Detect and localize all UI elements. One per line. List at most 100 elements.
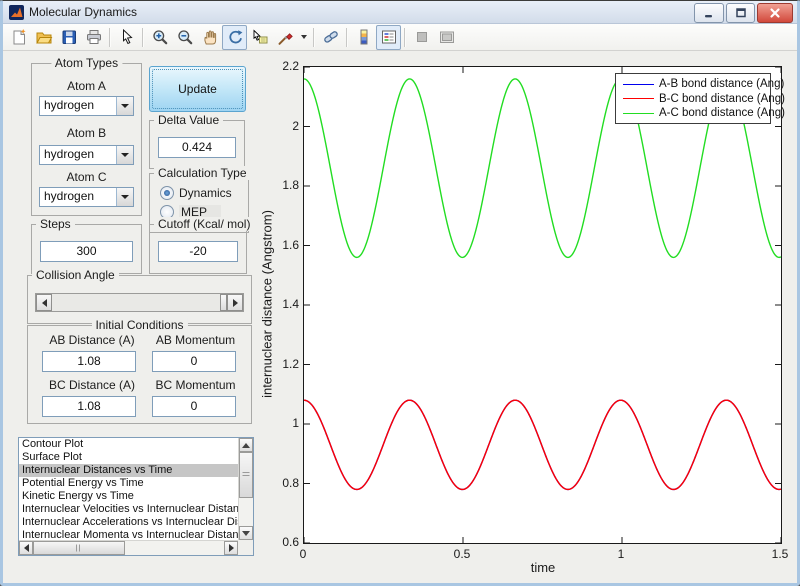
show-plot-tools-dock-button[interactable]: [434, 25, 459, 50]
list-item[interactable]: Internuclear Accelerations vs Internucle…: [19, 516, 238, 529]
vertical-scrollbar[interactable]: [238, 438, 253, 540]
insert-colorbar-button[interactable]: [351, 25, 376, 50]
list-item[interactable]: Internuclear Velocities vs Internuclear …: [19, 503, 238, 516]
panel-title: Delta Value: [154, 113, 224, 127]
legend-entry: B-C bond distance (Ang): [623, 92, 785, 107]
plot-legend[interactable]: A-B bond distance (Ang) B-C bond distance…: [615, 73, 785, 124]
toolbar-separator: [346, 27, 348, 47]
scroll-down-button[interactable]: [239, 526, 253, 540]
x-axis-label: time: [530, 560, 556, 575]
dock-figure-icon: [439, 31, 454, 43]
y-tick-label: 0.8: [282, 475, 299, 490]
plot-type-listbox[interactable]: Contour Plot Surface Plot Internuclear Dis…: [18, 437, 254, 556]
radio-dynamics-label: Dynamics: [179, 186, 232, 200]
data-cursor-button[interactable]: [247, 25, 272, 50]
slider-thumb[interactable]: [220, 294, 227, 311]
atom-a-value: hydrogen: [44, 98, 95, 112]
y-tick-label: 1.8: [282, 178, 299, 192]
panel-title: Cutoff (Kcal/ mol): [154, 217, 255, 231]
series-line: [303, 399, 782, 491]
legend-entry-label: B-C bond distance (Ang): [659, 92, 785, 105]
link-plots-button[interactable]: [318, 25, 343, 50]
list-item[interactable]: Contour Plot: [19, 438, 238, 451]
scrollbar-corner: [238, 540, 253, 555]
rotate-3d-icon: [228, 30, 242, 44]
maximize-button[interactable]: [726, 3, 755, 23]
ab-momentum-label: AB Momentum: [155, 333, 236, 347]
atom-b-select[interactable]: hydrogen: [39, 145, 134, 165]
slider-right-arrow[interactable]: [227, 294, 243, 311]
legend-line-sample: [623, 83, 654, 85]
bc-distance-label: BC Distance (A): [48, 378, 136, 392]
list-item[interactable]: Internuclear Momenta vs Internuclear Dis…: [19, 529, 238, 540]
figure-canvas: Atom Types Atom A hydrogen Atom B hydrog…: [3, 51, 797, 583]
list-item[interactable]: Kinetic Energy vs Time: [19, 490, 238, 503]
brush-data-button[interactable]: [272, 25, 297, 50]
cutoff-field[interactable]: -20: [158, 241, 238, 262]
chevron-down-icon[interactable]: [116, 146, 133, 164]
bc-momentum-field[interactable]: 0: [152, 396, 236, 417]
atom-a-select[interactable]: hydrogen: [39, 96, 134, 116]
rotate-3d-button[interactable]: [222, 24, 247, 50]
close-button[interactable]: [757, 3, 793, 23]
scrollbar-thumb[interactable]: [33, 541, 125, 555]
listbox-rows: Contour Plot Surface Plot Internuclear Dis…: [19, 438, 238, 540]
plot-axes: [303, 66, 782, 544]
link-chain-icon: [323, 31, 338, 43]
scroll-up-button[interactable]: [239, 438, 253, 452]
ab-momentum-field[interactable]: 0: [152, 351, 236, 372]
pan-hand-icon: [203, 30, 216, 45]
zoom-in-button[interactable]: [147, 25, 172, 50]
delta-value-field[interactable]: 0.424: [158, 137, 236, 158]
hide-plot-tools-button[interactable]: [409, 25, 434, 50]
insert-legend-button[interactable]: [376, 24, 401, 50]
chevron-down-icon[interactable]: [116, 97, 133, 115]
x-tick-label: 1: [617, 547, 625, 561]
open-folder-icon: [35, 32, 52, 44]
list-item[interactable]: Surface Plot: [19, 451, 238, 464]
legend-line-sample: [623, 98, 654, 100]
scroll-right-button[interactable]: [224, 541, 238, 555]
collision-angle-slider[interactable]: [35, 293, 244, 312]
figure-toolbar: [3, 24, 797, 51]
title-bar: Molecular Dynamics: [3, 1, 797, 24]
atom-types-panel: Atom Types Atom A hydrogen Atom B hydrog…: [31, 56, 142, 216]
atom-c-label: Atom C: [66, 170, 107, 184]
toolbar-separator: [142, 27, 144, 47]
save-button[interactable]: [56, 25, 81, 50]
steps-field[interactable]: 300: [40, 241, 133, 262]
close-icon: [770, 8, 780, 18]
app-window: Molecular Dynamics Atom Types Atom A hyd…: [0, 0, 800, 586]
brush-dropdown-button[interactable]: [297, 25, 310, 50]
list-item[interactable]: Potential Energy vs Time: [19, 477, 238, 490]
y-tick-label: 2: [292, 118, 299, 133]
update-button[interactable]: Update: [149, 66, 246, 112]
scrollbar-thumb[interactable]: [239, 452, 253, 498]
series-line: [303, 399, 782, 491]
open-file-button[interactable]: [31, 25, 56, 50]
zoom-out-button[interactable]: [172, 25, 197, 50]
minimize-button[interactable]: [694, 3, 724, 23]
list-item[interactable]: Internuclear Distances vs Time: [19, 464, 238, 477]
atom-c-select[interactable]: hydrogen: [39, 187, 134, 207]
pan-button[interactable]: [197, 25, 222, 50]
save-floppy-icon: [62, 30, 76, 44]
new-file-button[interactable]: [6, 25, 31, 50]
scroll-left-button[interactable]: [19, 541, 33, 555]
horizontal-scrollbar[interactable]: [19, 540, 238, 555]
radio-selected-icon[interactable]: [160, 186, 174, 200]
cutoff-panel: Cutoff (Kcal/ mol) -20: [149, 217, 255, 274]
bc-distance-field[interactable]: 1.08: [42, 396, 136, 417]
print-button[interactable]: [81, 25, 106, 50]
brush-icon: [278, 33, 293, 45]
chevron-down-icon[interactable]: [116, 188, 133, 206]
ab-distance-field[interactable]: 1.08: [42, 351, 136, 372]
pointer-tool-button[interactable]: [114, 25, 139, 50]
slider-left-arrow[interactable]: [36, 294, 52, 311]
bc-momentum-label: BC Momentum: [155, 378, 236, 392]
y-tick-label: 2.2: [282, 59, 299, 73]
toolbar-separator: [109, 27, 111, 47]
radio-dynamics[interactable]: Dynamics: [160, 186, 232, 200]
toolbar-separator: [404, 27, 406, 47]
y-axis-label: internuclear distance (Angstrom): [259, 210, 275, 398]
